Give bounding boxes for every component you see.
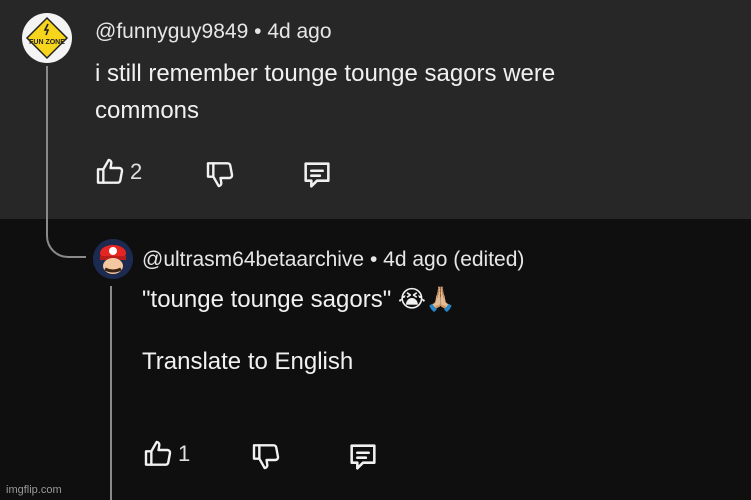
meta-separator: • bbox=[254, 20, 262, 43]
thumbs-down-icon bbox=[252, 444, 280, 470]
reply-author[interactable]: @ultrasm64betaarchive bbox=[142, 248, 364, 271]
reply-button[interactable] bbox=[346, 440, 380, 474]
reply-comment-icon bbox=[350, 444, 376, 470]
comment-timestamp: 4d ago bbox=[267, 20, 332, 43]
reply-avatar[interactable] bbox=[93, 239, 133, 279]
thread-line bbox=[46, 66, 48, 236]
reply-timestamp: 4d ago (edited) bbox=[383, 248, 525, 271]
avatar-logo-text: FUN ZONE bbox=[29, 39, 65, 46]
reply-button[interactable] bbox=[300, 158, 334, 192]
like-button[interactable]: 1 bbox=[142, 438, 190, 470]
reply-meta: @ultrasm64betaarchive • 4d ago (edited) bbox=[142, 248, 524, 272]
reply-comment-icon bbox=[304, 162, 330, 188]
dislike-button[interactable] bbox=[250, 440, 282, 472]
comment-meta: @funnyguy9849 • 4d ago bbox=[95, 20, 332, 44]
reply-thread-line bbox=[110, 286, 112, 500]
comment-author[interactable]: @funnyguy9849 bbox=[95, 20, 248, 43]
thumbs-up-icon bbox=[96, 158, 124, 184]
avatar[interactable]: FUN ZONE bbox=[22, 13, 72, 63]
thread-line-curve bbox=[46, 218, 86, 258]
like-count: 2 bbox=[130, 159, 143, 184]
reply-text: "tounge tounge sagors" 😭🙏🏼 bbox=[142, 286, 456, 313]
translate-link[interactable]: Translate to English bbox=[142, 348, 353, 376]
like-count: 1 bbox=[178, 441, 191, 466]
watermark: imgflip.com bbox=[6, 484, 62, 496]
thumbs-down-icon bbox=[206, 162, 234, 188]
thumbs-up-icon bbox=[144, 440, 172, 466]
comment-text: i still remember tounge tounge sagors we… bbox=[95, 60, 556, 124]
meta-separator: • bbox=[369, 248, 378, 271]
fun-zone-logo-icon: FUN ZONE bbox=[25, 16, 69, 60]
dislike-button[interactable] bbox=[204, 158, 236, 190]
mario-avatar-icon bbox=[93, 239, 133, 279]
like-button[interactable]: 2 bbox=[94, 156, 142, 188]
